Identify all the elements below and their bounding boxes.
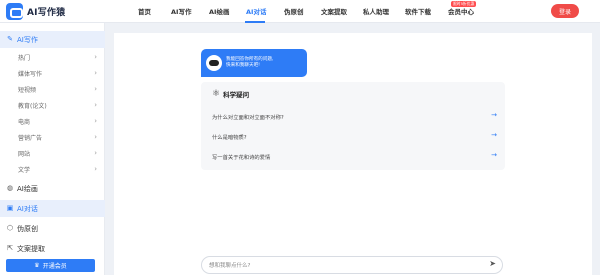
nav-active-indicator: [245, 21, 265, 23]
sidebar-subitem-education[interactable]: 教育(论文) ›: [0, 98, 105, 113]
suggested-question-text: 为什么对立面和对立面不对称?: [212, 115, 284, 121]
nav-software-download[interactable]: 软件下载: [405, 6, 431, 16]
send-icon[interactable]: ➤: [489, 260, 496, 268]
sidebar-subitem-hot[interactable]: 热门 ›: [0, 50, 105, 65]
arrow-right-icon: →: [491, 111, 497, 119]
suggested-question-text: 什么是暗物质?: [212, 135, 247, 141]
logo-text: AI写作猿: [27, 8, 66, 18]
chevron-right-icon: ›: [94, 85, 97, 93]
sidebar-subitem-label: 文学: [18, 167, 31, 174]
crown-icon: ♛: [34, 262, 40, 269]
sidebar-subitem-ecommerce[interactable]: 电商 ›: [0, 114, 105, 129]
sidebar-item-label: AI对话: [17, 204, 38, 213]
sidebar-item-ai-painting[interactable]: ◍ AI绘画: [0, 180, 105, 197]
chevron-right-icon: ›: [94, 165, 97, 173]
sidebar-item-label: 伪原创: [17, 224, 38, 233]
chat-input-box: ➤: [201, 256, 503, 274]
nav-member-center[interactable]: 会员中心: [448, 6, 474, 16]
chat-icon: ▣: [6, 204, 14, 212]
arrow-right-icon: →: [491, 151, 497, 159]
sidebar-item-pseudo-original[interactable]: ⬡ 伪原创: [0, 220, 105, 237]
sidebar-item-ai-chat[interactable]: ▣ AI对话: [0, 200, 105, 217]
nav-home[interactable]: 首页: [138, 6, 151, 16]
sidebar-subitem-label: 短视频: [18, 87, 37, 94]
nav-ai-painting[interactable]: AI绘画: [209, 6, 229, 16]
sidebar-item-label: 文案提取: [17, 244, 45, 253]
sidebar-subitem-label: 电商: [18, 119, 31, 126]
shield-icon: ⬡: [6, 224, 14, 232]
site-logo[interactable]: AI写作猿: [6, 3, 65, 20]
card-title: ⚛ 科学疑问: [212, 89, 249, 99]
chevron-right-icon: ›: [94, 149, 97, 157]
sidebar-item-label: AI绘画: [17, 184, 38, 193]
palette-icon: ◍: [6, 184, 14, 192]
sidebar-subitem-short-video[interactable]: 短视频 ›: [0, 82, 105, 97]
nav-personal-assistant[interactable]: 私人助理: [363, 6, 389, 16]
arrow-right-icon: →: [491, 131, 497, 139]
top-navigation-bar: AI写作猿 首页 AI写作 AI绘画 AI对话 伪原创 文案提取 私人助理 软件…: [0, 0, 600, 23]
login-button[interactable]: 登录: [551, 4, 579, 18]
sidebar-subitem-label: 营销广告: [18, 135, 43, 142]
chevron-right-icon: ›: [94, 133, 97, 141]
open-membership-button[interactable]: ♛ 开通会员: [6, 259, 95, 272]
sidebar-subitem-label: 网站: [18, 151, 31, 158]
sidebar: ✎ AI写作 热门 › 媒体写作 › 短视频 › 教育(论文) › 电商 › 营…: [0, 23, 105, 275]
chevron-right-icon: ›: [94, 53, 97, 61]
suggested-question[interactable]: 写一首关于花和诗的爱情 →: [212, 151, 497, 161]
bot-greeting-line: 快来和我聊天吧!: [226, 63, 260, 68]
card-title-text: 科学疑问: [223, 91, 250, 99]
sidebar-subitem-label: 教育(论文): [18, 103, 47, 110]
suggested-questions-card: ⚛ 科学疑问 为什么对立面和对立面不对称? → 什么是暗物质? → 写一首关于花…: [201, 82, 505, 170]
sidebar-item-ai-writing[interactable]: ✎ AI写作: [0, 31, 105, 48]
bot-greeting-text: 我能回答你所有的问题, 快来和我聊天吧!: [226, 57, 273, 70]
chevron-right-icon: ›: [94, 117, 97, 125]
sidebar-subitem-website[interactable]: 网站 ›: [0, 146, 105, 161]
sidebar-subitem-label: 媒体写作: [18, 71, 43, 78]
bot-greeting-bubble: 我能回答你所有的问题, 快来和我聊天吧!: [201, 49, 307, 77]
suggested-question[interactable]: 什么是暗物质? →: [212, 131, 497, 141]
sidebar-subitem-label: 热门: [18, 55, 31, 62]
extract-icon: ⇱: [7, 244, 13, 252]
sidebar-item-copy-extract[interactable]: ⇱ 文案提取: [0, 240, 105, 257]
open-membership-label: 开通会员: [42, 263, 67, 270]
sidebar-subitem-literature[interactable]: 文学 ›: [0, 162, 105, 177]
nav-copy-extract[interactable]: 文案提取: [321, 6, 347, 16]
nav-pseudo-original[interactable]: 伪原创: [284, 6, 304, 16]
sidebar-item-label: AI写作: [17, 35, 38, 44]
nav-ai-writing[interactable]: AI写作: [171, 6, 191, 16]
suggested-question[interactable]: 为什么对立面和对立面不对称? →: [212, 111, 497, 121]
logo-icon: [6, 3, 23, 20]
chat-input[interactable]: [209, 259, 479, 272]
suggested-question-text: 写一首关于花和诗的爱情: [212, 155, 271, 161]
sidebar-subitem-media[interactable]: 媒体写作 ›: [0, 66, 105, 81]
robot-avatar-icon: [206, 55, 222, 71]
chevron-right-icon: ›: [94, 69, 97, 77]
sidebar-subitem-marketing[interactable]: 营销广告 ›: [0, 130, 105, 145]
chevron-right-icon: ›: [94, 101, 97, 109]
nav-ai-chat[interactable]: AI对话: [246, 6, 266, 16]
atom-icon: ⚛: [212, 88, 221, 99]
pen-icon: ✎: [7, 35, 13, 43]
